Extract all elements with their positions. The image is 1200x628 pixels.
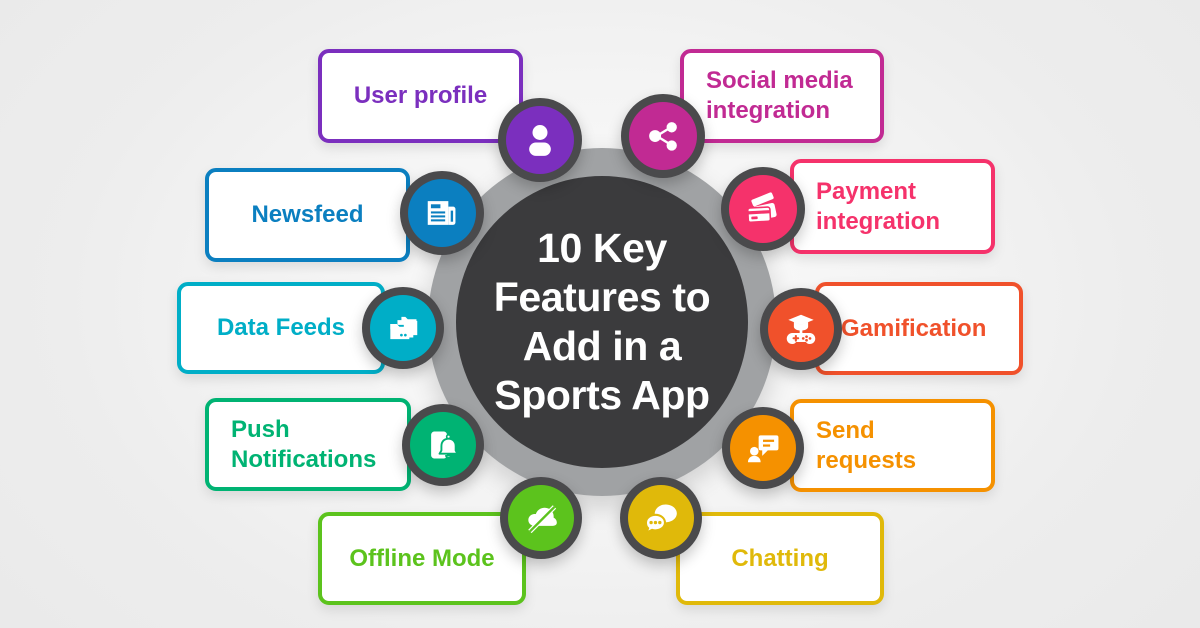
user-icon	[506, 106, 574, 174]
person-message-icon	[730, 415, 796, 481]
feature-badge-offline-mode[interactable]	[500, 477, 582, 559]
newspaper-icon	[408, 179, 476, 247]
feature-card-user-profile[interactable]: User profile	[318, 49, 523, 143]
feature-badge-data-feeds[interactable]	[362, 287, 444, 369]
feature-card-gamification[interactable]: Gamification	[815, 282, 1023, 375]
feature-label-newsfeed: Newsfeed	[251, 201, 364, 228]
feature-badge-payment-integration[interactable]	[721, 167, 805, 251]
feature-badge-chatting[interactable]	[620, 477, 702, 559]
feature-card-data-feeds[interactable]: Data Feeds	[177, 282, 385, 374]
feature-card-payment-integration[interactable]: Payment integration	[790, 159, 995, 254]
feature-badge-user-profile[interactable]	[498, 98, 582, 182]
feature-label-push-notifications: Push Notifications	[231, 415, 377, 473]
feature-label-gamification: Gamification	[841, 314, 987, 342]
feature-badge-push-notifications[interactable]	[402, 404, 484, 486]
gamepad-graduation-icon	[768, 296, 834, 362]
feature-card-newsfeed[interactable]: Newsfeed	[205, 168, 410, 262]
feature-card-send-requests[interactable]: Send requests	[790, 399, 995, 492]
hub-core: 10 Key Features to Add in a Sports App	[456, 176, 748, 468]
credit-cards-icon	[729, 175, 797, 243]
feature-badge-gamification[interactable]	[760, 288, 842, 370]
feature-card-push-notifications[interactable]: Push Notifications	[205, 398, 411, 491]
feature-label-chatting: Chatting	[731, 544, 829, 572]
chat-bubbles-icon	[628, 485, 694, 551]
page-title: 10 Key Features to Add in a Sports App	[493, 225, 711, 418]
feature-card-social-media-integration[interactable]: Social media integration	[680, 49, 884, 143]
feature-badge-newsfeed[interactable]	[400, 171, 484, 255]
feature-label-data-feeds: Data Feeds	[216, 314, 346, 341]
feature-card-chatting[interactable]: Chatting	[676, 512, 884, 605]
feature-label-send-requests: Send requests	[816, 416, 917, 474]
feature-label-offline-mode: Offline Mode	[349, 544, 495, 572]
cloud-offline-icon	[508, 485, 574, 551]
feature-card-offline-mode[interactable]: Offline Mode	[318, 512, 526, 605]
phone-bell-icon	[410, 412, 476, 478]
feature-badge-send-requests[interactable]	[722, 407, 804, 489]
feature-badge-social-media-integration[interactable]	[621, 94, 705, 178]
folders-icon	[370, 295, 436, 361]
share-icon	[629, 102, 697, 170]
feature-label-user-profile: User profile	[353, 82, 488, 109]
feature-label-payment-integration: Payment integration	[816, 177, 940, 235]
infographic-canvas: 10 Key Features to Add in a Sports App U…	[0, 0, 1200, 628]
feature-label-social-media-integration: Social media integration	[706, 67, 853, 124]
